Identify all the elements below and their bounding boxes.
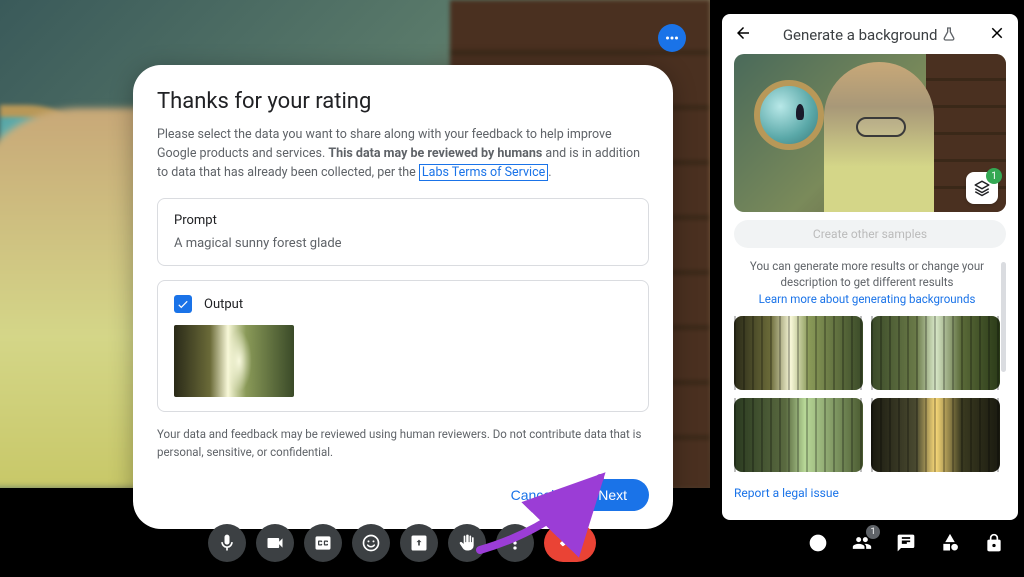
chat-button[interactable] bbox=[894, 531, 918, 555]
output-thumbnail bbox=[174, 325, 294, 397]
arrow-back-icon bbox=[734, 24, 752, 42]
learn-more-link[interactable]: Learn more about generating backgrounds bbox=[734, 292, 1000, 306]
people-button[interactable]: 1 bbox=[850, 531, 874, 555]
layers-button[interactable]: 1 bbox=[966, 172, 998, 204]
call-toolbar: 1 bbox=[0, 509, 1024, 577]
raise-hand-button[interactable] bbox=[448, 524, 486, 562]
tos-link[interactable]: Labs Terms of Service bbox=[419, 164, 548, 181]
thumbnail-grid bbox=[734, 316, 1000, 472]
shapes-icon bbox=[940, 533, 960, 553]
lock-icon bbox=[984, 533, 1004, 553]
output-checkbox[interactable] bbox=[174, 295, 192, 313]
present-icon bbox=[409, 533, 429, 553]
captions-button[interactable] bbox=[304, 524, 342, 562]
preview-person bbox=[824, 62, 934, 212]
emoji-icon bbox=[361, 533, 381, 553]
next-button[interactable]: Next bbox=[576, 479, 649, 511]
check-icon bbox=[176, 297, 190, 311]
preview-porthole bbox=[754, 80, 824, 150]
tile-options-button[interactable] bbox=[658, 24, 686, 52]
panel-title: Generate a background bbox=[762, 26, 978, 44]
more-vert-icon bbox=[505, 533, 525, 553]
more-horiz-icon bbox=[663, 29, 681, 47]
background-panel: Generate a background 1 Create other sam… bbox=[722, 14, 1018, 520]
create-samples-button[interactable]: Create other samples bbox=[734, 220, 1006, 248]
more-options-button[interactable] bbox=[496, 524, 534, 562]
back-button[interactable] bbox=[734, 24, 752, 46]
activities-button[interactable] bbox=[938, 531, 962, 555]
report-link[interactable]: Report a legal issue bbox=[734, 486, 839, 500]
disclaimer-text: Your data and feedback may be reviewed u… bbox=[157, 426, 649, 461]
bg-thumbnail-3[interactable] bbox=[734, 398, 863, 472]
scrollbar[interactable] bbox=[1001, 262, 1006, 372]
bg-thumbnail-2[interactable] bbox=[871, 316, 1000, 390]
close-icon bbox=[988, 24, 1006, 42]
chat-icon bbox=[896, 533, 916, 553]
mic-button[interactable] bbox=[208, 524, 246, 562]
output-card: Output bbox=[157, 280, 649, 412]
generate-info-text: You can generate more results or change … bbox=[744, 258, 990, 290]
dialog-title: Thanks for your rating bbox=[157, 89, 649, 114]
host-controls-button[interactable] bbox=[982, 531, 1006, 555]
end-call-button[interactable] bbox=[544, 524, 596, 562]
panel-title-text: Generate a background bbox=[783, 26, 938, 44]
right-controls: 1 bbox=[806, 531, 1006, 555]
close-panel-button[interactable] bbox=[988, 24, 1006, 46]
people-count-badge: 1 bbox=[866, 525, 880, 539]
present-button[interactable] bbox=[400, 524, 438, 562]
dialog-actions: Cancel Next bbox=[157, 479, 649, 511]
mic-icon bbox=[217, 533, 237, 553]
info-button[interactable] bbox=[806, 531, 830, 555]
center-controls bbox=[208, 524, 596, 562]
rating-feedback-dialog: Thanks for your rating Please select the… bbox=[133, 65, 673, 529]
cancel-button[interactable]: Cancel bbox=[497, 479, 569, 511]
panel-scroll-area: You can generate more results or change … bbox=[734, 252, 1006, 510]
reactions-button[interactable] bbox=[352, 524, 390, 562]
desc-bold: This data may be reviewed by humans bbox=[328, 146, 542, 161]
hand-icon bbox=[457, 533, 477, 553]
prompt-label: Prompt bbox=[174, 213, 632, 228]
bg-thumbnail-4[interactable] bbox=[871, 398, 1000, 472]
desc-period: . bbox=[548, 165, 551, 180]
output-label: Output bbox=[204, 297, 243, 312]
panel-header: Generate a background bbox=[734, 24, 1006, 46]
preview-bird bbox=[796, 104, 804, 120]
panel-preview: 1 bbox=[734, 54, 1006, 212]
info-icon bbox=[808, 533, 828, 553]
dialog-description: Please select the data you want to share… bbox=[157, 126, 649, 182]
flask-icon bbox=[941, 26, 957, 42]
videocam-icon bbox=[265, 533, 285, 553]
call-end-icon bbox=[560, 533, 580, 553]
layers-count-badge: 1 bbox=[986, 168, 1002, 184]
prompt-card: Prompt A magical sunny forest glade bbox=[157, 198, 649, 266]
cc-icon bbox=[313, 533, 333, 553]
prompt-text: A magical sunny forest glade bbox=[174, 236, 632, 251]
camera-button[interactable] bbox=[256, 524, 294, 562]
bg-thumbnail-1[interactable] bbox=[734, 316, 863, 390]
